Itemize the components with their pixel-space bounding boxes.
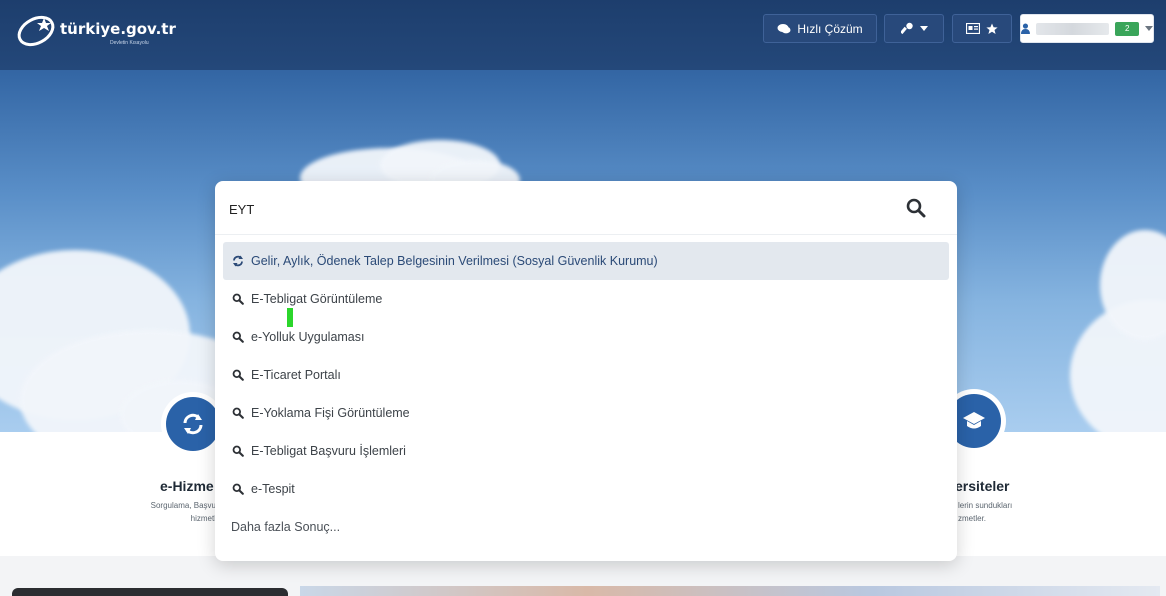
card-desc-line: zmetler.	[958, 514, 987, 523]
suggestion-item[interactable]: E-Tebligat Görüntüleme	[223, 280, 949, 318]
search-icon	[231, 330, 245, 344]
suggestion-label: E-Ticaret Portalı	[251, 368, 341, 382]
search-bar	[215, 181, 957, 235]
suggestion-item[interactable]: e-Yolluk Uygulaması	[223, 318, 949, 356]
bottom-banner-image	[300, 586, 1160, 596]
user-name-redacted	[1035, 22, 1110, 35]
tools-dropdown-button[interactable]	[884, 14, 944, 43]
suggestion-label: E-Yoklama Fişi Görüntüleme	[251, 406, 410, 420]
e-services-card-title[interactable]: e-Hizme	[160, 478, 214, 494]
search-icon	[231, 444, 245, 458]
id-card-favorites-button[interactable]	[952, 14, 1012, 43]
logo-emblem-icon	[17, 15, 55, 47]
suggestion-item[interactable]: E-Tebligat Başvuru İşlemleri	[223, 432, 949, 470]
id-card-icon	[966, 23, 980, 34]
site-logo[interactable]: türkiye.gov.tr Devletin Kısayolu	[14, 10, 224, 50]
quick-solution-button[interactable]: Hızlı Çözüm	[763, 14, 877, 43]
search-icon	[231, 368, 245, 382]
quick-solution-label: Hızlı Çözüm	[797, 21, 863, 36]
suggestion-label: E-Tebligat Görüntüleme	[251, 292, 383, 306]
chat-icon	[777, 23, 791, 33]
bottom-banner-dark	[12, 588, 288, 596]
star-icon	[986, 23, 998, 34]
logo-text: türkiye.gov.tr	[60, 20, 176, 38]
card-desc-line: hizmetl	[190, 514, 216, 523]
search-icon	[231, 292, 245, 306]
search-icon	[231, 406, 245, 420]
logo-tagline: Devletin Kısayolu	[110, 40, 149, 46]
wrench-icon	[900, 22, 913, 35]
suggestion-item[interactable]: Gelir, Aylık, Ödenek Talep Belgesinin Ve…	[223, 242, 949, 280]
universities-card-title[interactable]: ersiteler	[955, 478, 1009, 494]
notification-count: 2	[1124, 24, 1130, 33]
mouse-cursor-marker	[287, 308, 293, 327]
search-icon	[906, 198, 926, 218]
chevron-down-icon	[1145, 25, 1154, 31]
card-desc-line: Sorgulama, Başvu	[150, 501, 216, 510]
search-icon	[231, 482, 245, 496]
card-desc-line: lerin sundukları	[958, 501, 1013, 510]
suggestion-label: E-Tebligat Başvuru İşlemleri	[251, 444, 406, 458]
chevron-down-icon	[919, 25, 928, 31]
refresh-icon	[231, 254, 245, 268]
notification-badge: 2	[1115, 21, 1140, 36]
search-suggestions-list: Gelir, Aylık, Ödenek Talep Belgesinin Ve…	[223, 242, 949, 546]
search-button[interactable]	[901, 193, 931, 223]
search-input[interactable]	[229, 195, 889, 223]
e-services-icon	[166, 397, 220, 451]
universities-card-desc: lerin sundukları zmetler.	[958, 499, 1048, 525]
e-services-card-desc: Sorgulama, Başvu hizmetl	[124, 499, 216, 525]
top-navigation-bar: türkiye.gov.tr Devletin Kısayolu Hızlı Ç…	[0, 0, 1166, 70]
suggestion-label: e-Yolluk Uygulaması	[251, 330, 365, 344]
user-account-button[interactable]: 2	[1020, 14, 1154, 43]
suggestion-item[interactable]: e-Tespit	[223, 470, 949, 508]
suggestion-item[interactable]: E-Ticaret Portalı	[223, 356, 949, 394]
more-results-link[interactable]: Daha fazla Sonuç...	[223, 508, 949, 546]
suggestion-label: e-Tespit	[251, 482, 295, 496]
graduation-cap-icon	[963, 412, 985, 429]
suggestion-item[interactable]: E-Yoklama Fişi Görüntüleme	[223, 394, 949, 432]
search-autocomplete-panel: Gelir, Aylık, Ödenek Talep Belgesinin Ve…	[215, 181, 957, 561]
refresh-icon	[183, 413, 203, 435]
user-icon	[1021, 23, 1030, 34]
suggestion-label: Gelir, Aylık, Ödenek Talep Belgesinin Ve…	[251, 254, 658, 268]
